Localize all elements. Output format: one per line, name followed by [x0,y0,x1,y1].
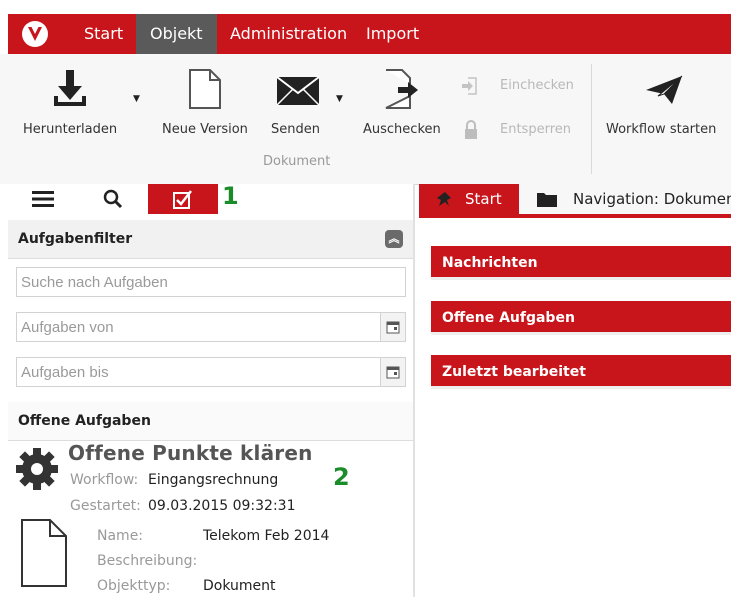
recently-edited-panel-header[interactable]: Zuletzt bearbeitet [431,355,731,389]
unlock-label: Entsperren [500,122,571,137]
annotation-marker-2: 2 [333,463,350,491]
start-workflow-label: Workflow starten [606,122,717,137]
checkin-button[interactable]: Einchecken [460,74,585,98]
task-filter-header[interactable]: Aufgabenfilter ︽ [8,220,413,259]
send-dropdown-icon[interactable]: ▼ [336,94,343,104]
paper-plane-icon [646,75,683,104]
ribbon-group-label: Dokument [263,154,331,169]
search-icon [103,189,123,209]
task-filter-title: Aufgabenfilter [18,231,133,247]
checkout-button[interactable]: Auschecken [360,64,450,144]
lock-icon [465,120,477,139]
list-icon [32,191,54,207]
tab-start-label: Start [465,190,502,208]
tab-start[interactable]: Start [419,184,519,214]
tasks-to-field[interactable] [16,357,406,387]
collapse-icon[interactable]: ︽ [385,230,403,248]
folder-icon [537,193,557,207]
task-title[interactable]: Offene Punkte klären [68,441,313,465]
app-header: Start Objekt Administration Import [0,0,731,54]
main-menu-bar: Start Objekt Administration Import [8,14,731,54]
menu-administration[interactable]: Administration [216,14,361,54]
download-icon [54,70,86,106]
menu-objekt[interactable]: Objekt [136,14,217,54]
open-tasks-title: Offene Aufgaben [18,413,151,429]
tab-navigation[interactable]: Navigation: Dokumen [537,184,731,214]
send-button[interactable]: ▼ Senden [270,64,350,144]
search-tasks-field[interactable] [16,267,406,297]
document-icon [21,519,67,587]
name-label: Name: [97,528,144,544]
right-panel-tabs: Start Navigation: Dokumen [419,184,731,218]
tab-search[interactable] [78,184,148,214]
download-dropdown-icon[interactable]: ▼ [133,94,140,104]
ribbon-toolbar: ▼ Herunterladen Neue Version ▼ Senden Au… [0,54,731,185]
new-version-button[interactable]: Neue Version [160,64,255,144]
object-type-value: Dokument [203,578,276,594]
tab-list[interactable] [8,184,78,214]
tasks-from-input[interactable] [17,313,373,341]
pin-icon [437,192,451,206]
name-value: Telekom Feb 2014 [203,528,330,544]
new-version-label: Neue Version [162,122,248,137]
object-type-label: Objekttyp: [97,578,171,594]
tasks-from-field[interactable] [16,312,406,342]
start-workflow-button[interactable]: Workflow starten [600,64,728,144]
ribbon-separator [591,64,592,174]
checkout-icon [385,69,418,109]
download-button[interactable]: ▼ Herunterladen [20,64,150,144]
menu-start[interactable]: Start [70,14,137,54]
started-value: 09.03.2015 09:32:31 [148,498,296,514]
mail-icon [276,76,320,106]
search-tasks-input[interactable] [17,268,373,296]
left-panel-tabs [8,184,413,224]
description-label: Beschreibung: [97,553,198,569]
send-label: Senden [271,122,320,137]
workflow-label: Workflow: [70,472,139,488]
tab-navigation-label: Navigation: Dokumen [573,190,731,208]
tab-tasks[interactable] [148,184,218,214]
checkin-label: Einchecken [500,78,574,93]
right-panel: Start Navigation: Dokumen Nachrichten Of… [419,184,731,597]
unlock-button[interactable]: Entsperren [460,118,585,142]
app-logo-icon [22,21,48,47]
gear-icon [16,448,58,490]
messages-panel-header[interactable]: Nachrichten [431,246,731,280]
annotation-marker-1: 1 [222,182,239,210]
workflow-value: Eingangsrechnung [148,472,279,488]
checkin-icon [462,77,477,95]
download-label: Herunterladen [23,122,118,137]
calendar-icon[interactable] [380,313,405,341]
checkbox-check-icon [173,190,192,209]
open-tasks-panel-header[interactable]: Offene Aufgaben [431,301,731,335]
document-icon [189,69,221,109]
calendar-icon[interactable] [380,358,405,386]
tasks-to-input[interactable] [17,358,373,386]
open-tasks-header: Offene Aufgaben [8,402,413,441]
checkout-label: Auschecken [363,122,441,137]
menu-import[interactable]: Import [352,14,433,54]
started-label: Gestartet: [70,498,141,514]
